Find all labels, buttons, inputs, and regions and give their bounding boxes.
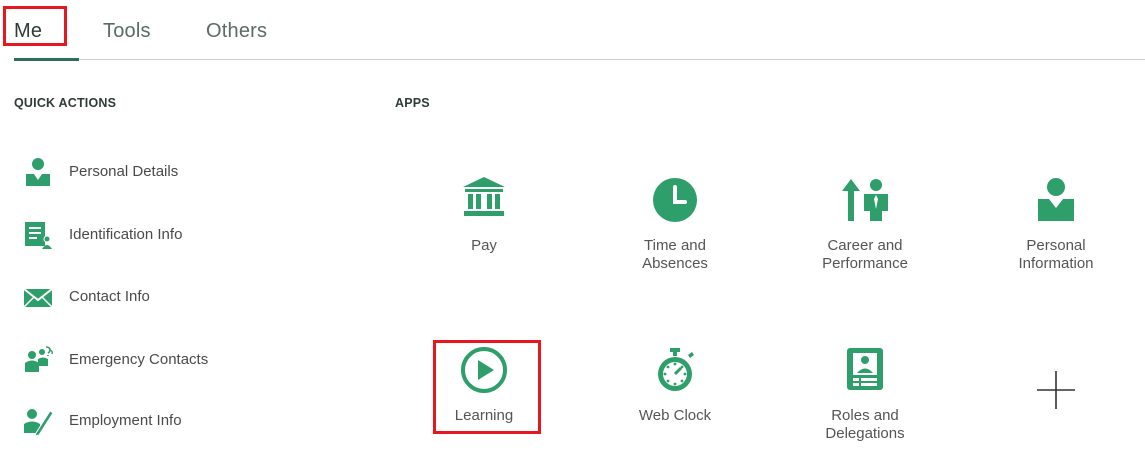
bank-icon: [461, 175, 507, 224]
tab-me[interactable]: Me: [14, 20, 42, 43]
tab-others[interactable]: Others: [206, 20, 267, 43]
tab-active-indicator: [14, 58, 79, 61]
app-label-line1: Roles and: [831, 407, 899, 424]
app-label-line2: Performance: [822, 255, 908, 272]
plus-icon: [1034, 368, 1078, 417]
app-web-clock[interactable]: Web Clock: [600, 346, 750, 466]
tab-tools[interactable]: Tools: [103, 20, 151, 43]
app-label-line2: Absences: [642, 255, 708, 272]
person-icon: [1036, 177, 1076, 228]
person-edit-icon: [22, 405, 54, 437]
badge-icon: [845, 346, 885, 397]
app-label-line1: Web Clock: [638, 407, 712, 424]
app-pay[interactable]: Pay: [409, 175, 559, 295]
quick-action-label: Emergency Contacts: [69, 351, 209, 368]
stopwatch-icon: [652, 346, 698, 399]
quick-action-emergency-contacts[interactable]: Emergency Contacts: [22, 344, 342, 380]
quick-action-identification-info[interactable]: Identification Info: [22, 219, 342, 255]
quick-action-contact-info[interactable]: Contact Info: [22, 281, 342, 317]
quick-action-label: Employment Info: [69, 412, 182, 429]
apps-heading: APPS: [395, 96, 430, 110]
id-document-icon: [22, 219, 54, 251]
career-arrow-person-icon: [840, 177, 890, 228]
app-career-and-performance[interactable]: Career and Performance: [790, 175, 940, 295]
envelope-icon: [22, 281, 54, 313]
quick-action-personal-details[interactable]: Personal Details: [22, 156, 342, 192]
app-label-line1: Time and: [644, 237, 706, 254]
app-label-line1: Pay: [471, 237, 497, 254]
person-icon: [22, 156, 54, 188]
app-learning[interactable]: Learning: [409, 346, 559, 466]
contacts-group-icon: [22, 344, 54, 376]
quick-action-label: Contact Info: [69, 288, 150, 305]
quick-actions-heading: QUICK ACTIONS: [14, 96, 117, 110]
clock-icon: [652, 177, 698, 228]
quick-action-employment-info[interactable]: Employment Info: [22, 405, 342, 441]
add-app-button[interactable]: [981, 346, 1131, 466]
app-personal-information[interactable]: Personal Information: [981, 175, 1131, 295]
app-time-and-absences[interactable]: Time and Absences: [600, 175, 750, 295]
quick-action-label: Identification Info: [69, 226, 183, 243]
app-roles-and-delegations[interactable]: Roles and Delegations: [790, 346, 940, 466]
app-label-line2: Information: [1018, 255, 1094, 272]
play-circle-icon: [460, 346, 508, 399]
app-label-line2: Delegations: [825, 425, 905, 442]
app-label-line1: Personal: [1026, 237, 1086, 254]
tab-bar: Me Tools Others: [0, 0, 1145, 61]
quick-action-label: Personal Details: [69, 163, 179, 180]
app-label-line1: Career and: [827, 237, 903, 254]
tab-divider: [14, 59, 1145, 60]
app-label-line1: Learning: [454, 407, 514, 424]
